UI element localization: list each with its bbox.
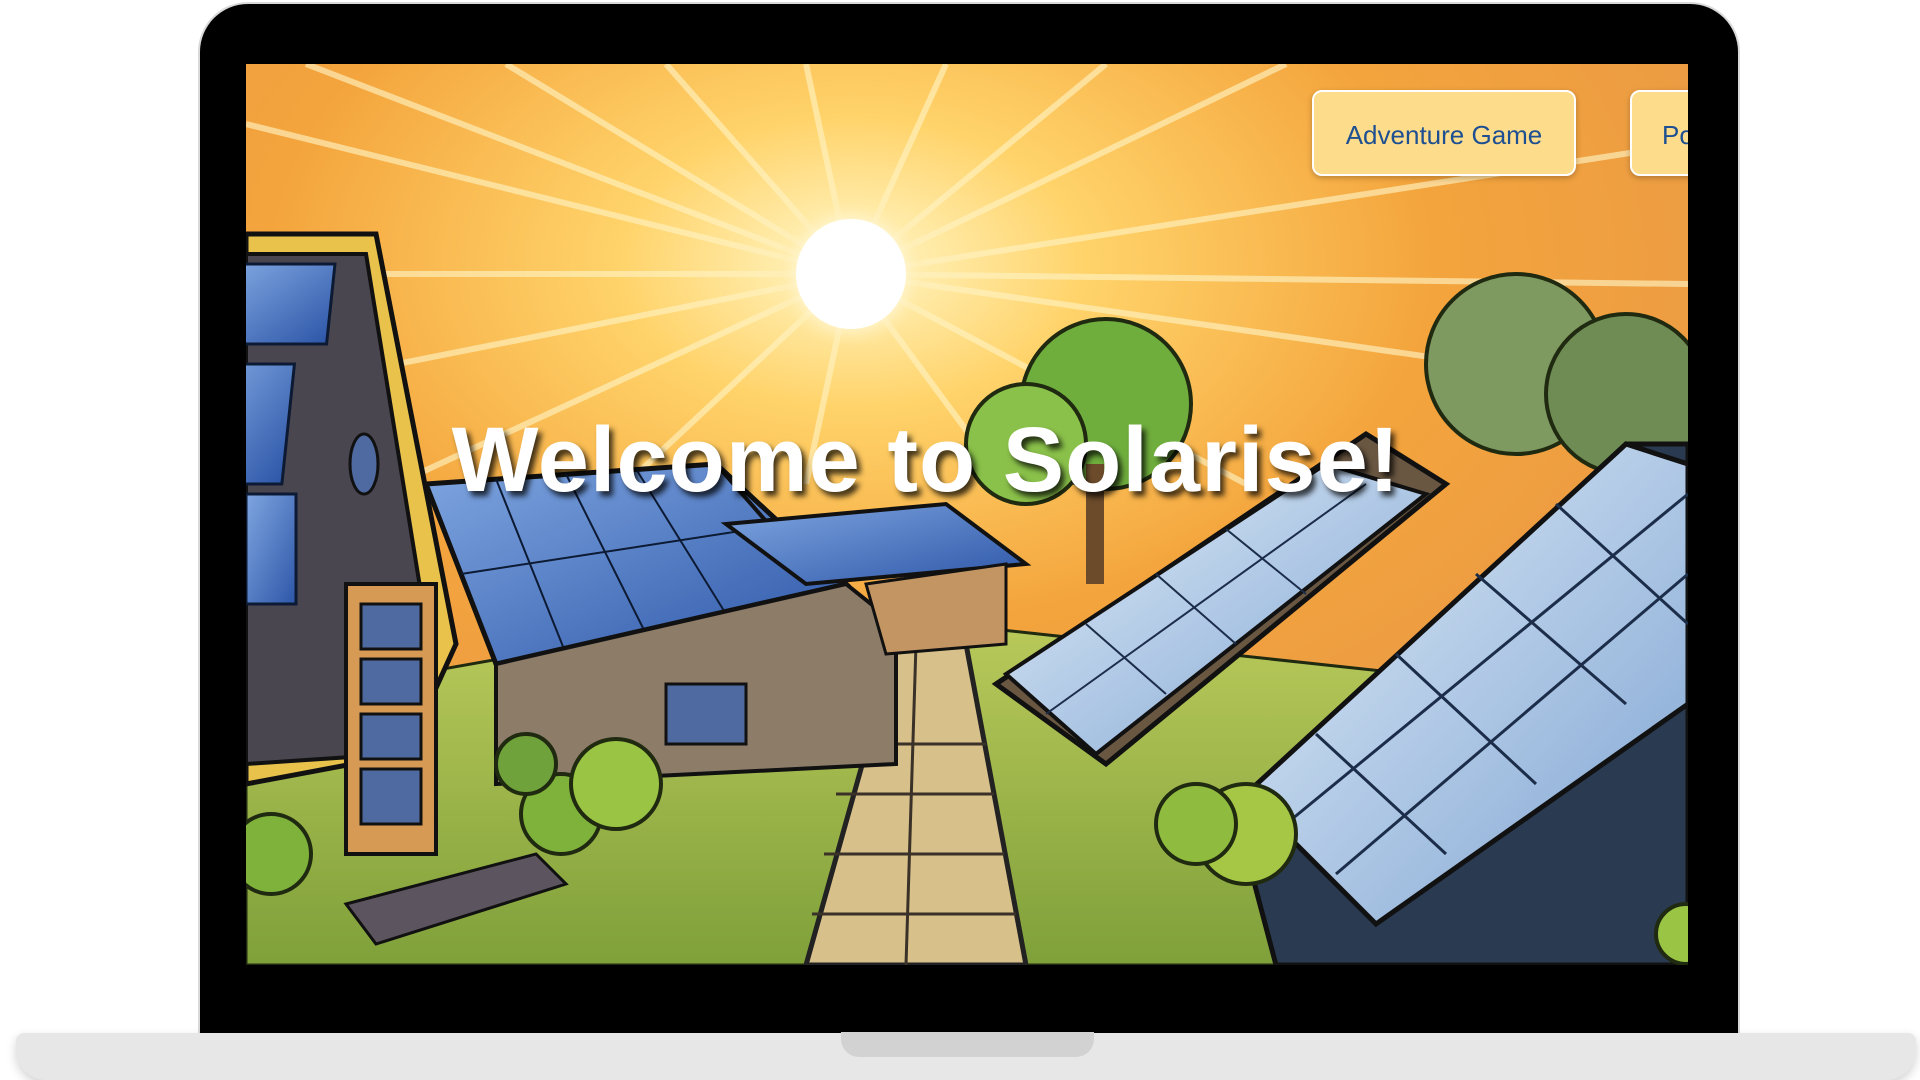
hero-background-image <box>246 64 1688 965</box>
hero-title: Welcome to Solarise! <box>451 409 1401 511</box>
adventure-game-button[interactable]: Adventure Game <box>1312 90 1576 176</box>
laptop-frame: Welcome to Solarise! Adventure Game Po <box>0 0 1920 1080</box>
browser-viewport: Welcome to Solarise! Adventure Game Po <box>246 64 1688 965</box>
partial-nav-button[interactable]: Po <box>1630 90 1688 176</box>
laptop-notch <box>841 1032 1094 1057</box>
